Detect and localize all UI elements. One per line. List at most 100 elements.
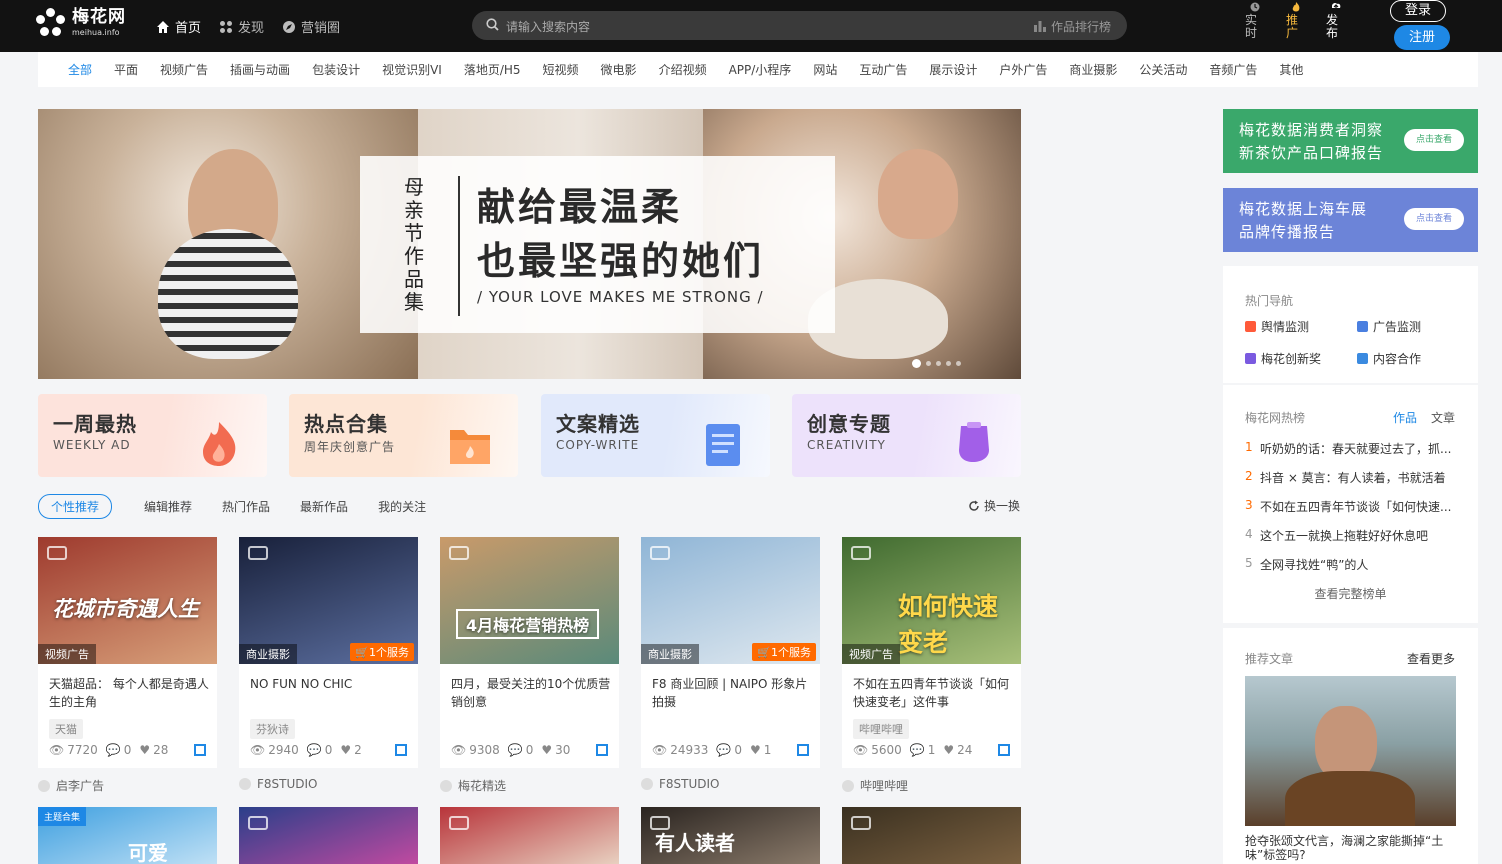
search-input[interactable]: 请输入搜索内容 — [506, 18, 590, 35]
card-title[interactable]: 不如在五四青年节谈谈「如何快速变老」这件事 — [853, 675, 1013, 711]
search-bar[interactable]: 请输入搜索内容 作品排行榜 — [472, 11, 1127, 40]
card-brand-tag[interactable]: 天猫 — [49, 719, 83, 739]
qr-code-icon[interactable] — [797, 744, 809, 756]
card-author[interactable]: 哔哩哔哩 — [842, 777, 908, 794]
carousel-dot-2[interactable] — [926, 361, 931, 366]
ranking-link[interactable]: 作品排行榜 — [1033, 18, 1111, 35]
tile-weekly-hot[interactable]: 一周最热 WEEKLY AD — [38, 394, 267, 477]
hero-banner[interactable]: 母亲节作品集 献给最温柔 也最坚强的她们 / YOUR LOVE MAKES M… — [38, 109, 1021, 379]
category-item[interactable]: 插画与动画 — [230, 61, 290, 78]
article-thumbnail[interactable] — [1245, 676, 1456, 826]
card-title[interactable]: 四月，最受关注的10个优质营销创意 — [451, 675, 611, 711]
nav-discover[interactable]: 发现 — [219, 17, 264, 36]
login-button[interactable]: 登录 — [1390, 0, 1446, 22]
hot-nav-item[interactable]: 舆情监测 — [1245, 318, 1309, 335]
rank-item[interactable]: 3 不如在五四青年节谈谈「如何快速... — [1245, 498, 1457, 515]
category-item[interactable]: 短视频 — [543, 61, 579, 78]
work-card-thumbnail[interactable] — [842, 807, 1021, 864]
card-title[interactable]: 天猫超品： 每个人都是奇遇人生的主角 — [49, 675, 209, 711]
category-item[interactable]: 商业摄影 — [1069, 61, 1117, 78]
work-card[interactable]: 如何快速变老 视频广告 不如在五四青年节谈谈「如何快速变老」这件事 哔哩哔哩 👁 5600… — [842, 537, 1021, 768]
card-thumbnail[interactable]: 花城市奇遇人生 视频广告 — [38, 537, 217, 664]
card-thumbnail[interactable]: 如何快速变老 视频广告 — [842, 537, 1021, 664]
card-category-tag[interactable]: 视频广告 — [842, 644, 900, 664]
work-card-thumbnail[interactable]: 有人读者 — [641, 807, 820, 864]
card-service-badge[interactable]: 🛒1个服务 — [350, 643, 414, 661]
category-item[interactable]: 户外广告 — [999, 61, 1047, 78]
work-card-thumbnail[interactable]: 主题合集 可爱 — [38, 807, 217, 864]
category-item[interactable]: APP/小程序 — [729, 61, 792, 78]
rank-item[interactable]: 5 全网寻找姓“鸭”的人 — [1245, 556, 1457, 573]
qr-code-icon[interactable] — [596, 744, 608, 756]
rank-tab-works[interactable]: 作品 — [1393, 409, 1417, 426]
card-category-tag[interactable]: 商业摄影 — [239, 644, 297, 664]
tab-hot-works[interactable]: 热门作品 — [222, 498, 270, 515]
card-brand-tag[interactable]: 哔哩哔哩 — [853, 719, 909, 739]
qr-code-icon[interactable] — [395, 744, 407, 756]
tile-copywriting[interactable]: 文案精选 COPY-WRITE — [541, 394, 770, 477]
hot-nav-item[interactable]: 内容合作 — [1357, 350, 1421, 367]
category-item[interactable]: 互动广告 — [859, 61, 907, 78]
publish-link[interactable]: 发布 — [1326, 2, 1346, 40]
card-thumbnail[interactable]: 商业摄影 🛒1个服务 — [641, 537, 820, 664]
work-card[interactable]: 商业摄影 🛒1个服务 F8 商业回顾 | NAIPO 形象片拍摄 👁 24933 💬 0 ♥ 1 — [641, 537, 820, 768]
category-item[interactable]: 微电影 — [601, 61, 637, 78]
register-button[interactable]: 注册 — [1394, 25, 1450, 50]
category-item[interactable]: 网站 — [813, 61, 837, 78]
nav-home[interactable]: 首页 — [156, 17, 201, 36]
work-card-thumbnail[interactable] — [239, 807, 418, 864]
category-item[interactable]: 包装设计 — [312, 61, 360, 78]
ad-report-autoshow[interactable]: 梅花数据上海车展 品牌传播报告 点击查看 — [1223, 188, 1478, 252]
work-card[interactable]: 商业摄影 🛒1个服务 NO FUN NO CHIC 芬狄诗 👁 2940 💬 0 ♥ 2 — [239, 537, 418, 768]
nav-marketing-circle[interactable]: 营销圈 — [282, 17, 340, 36]
card-author[interactable]: F8STUDIO — [239, 777, 318, 791]
article-title[interactable]: 抢夺张颂文代言，海澜之家能撕掉“土味”标签吗? — [1245, 834, 1456, 862]
work-card[interactable]: 4月梅花营销热榜 四月，最受关注的10个优质营销创意 👁 9308 💬 0 ♥ 30 — [440, 537, 619, 768]
card-author[interactable]: 启李广告 — [38, 777, 104, 794]
realtime-link[interactable]: 实时 — [1245, 2, 1265, 40]
shuffle-button[interactable]: 换一换 — [968, 497, 1020, 514]
articles-more-link[interactable]: 查看更多 — [1407, 650, 1455, 667]
carousel-dot-1[interactable] — [912, 359, 921, 368]
tab-editor-pick[interactable]: 编辑推荐 — [144, 498, 192, 515]
promotion-link[interactable]: 推广 — [1286, 2, 1306, 40]
category-item[interactable]: 公关活动 — [1139, 61, 1187, 78]
tab-personal-recommend[interactable]: 个性推荐 — [38, 494, 113, 519]
card-title[interactable]: F8 商业回顾 | NAIPO 形象片拍摄 — [652, 675, 812, 711]
carousel-dot-3[interactable] — [936, 361, 941, 366]
ad-report-tea[interactable]: 梅花数据消费者洞察 新茶饮产品口碑报告 点击查看 — [1223, 109, 1478, 173]
category-item[interactable]: 平面 — [114, 61, 138, 78]
ad-view-button[interactable]: 点击查看 — [1404, 208, 1464, 230]
tile-creativity[interactable]: 创意专题 CREATIVITY — [792, 394, 1021, 477]
category-item[interactable]: 全部 — [68, 61, 92, 78]
category-item[interactable]: 落地页/H5 — [464, 61, 521, 78]
carousel-dot-4[interactable] — [946, 361, 951, 366]
category-item[interactable]: 介绍视频 — [659, 61, 707, 78]
work-card-thumbnail[interactable] — [440, 807, 619, 864]
card-thumbnail[interactable]: 商业摄影 🛒1个服务 — [239, 537, 418, 664]
hot-nav-item[interactable]: 梅花创新奖 — [1245, 350, 1321, 367]
category-item[interactable]: 音频广告 — [1209, 61, 1257, 78]
card-author[interactable]: 梅花精选 — [440, 777, 506, 794]
tile-hot-collection[interactable]: 热点合集 周年庆创意广告 — [289, 394, 518, 477]
card-thumbnail[interactable]: 4月梅花营销热榜 — [440, 537, 619, 664]
rank-more-link[interactable]: 查看完整榜单 — [1223, 585, 1478, 602]
site-logo[interactable]: 梅花网 meihua.info — [36, 8, 126, 38]
rank-item[interactable]: 4 这个五一就换上拖鞋好好休息吧 — [1245, 527, 1457, 544]
tab-my-follow[interactable]: 我的关注 — [378, 498, 426, 515]
carousel-dot-5[interactable] — [956, 361, 961, 366]
category-item[interactable]: 视觉识别VI — [382, 61, 442, 78]
hot-nav-item[interactable]: 广告监测 — [1357, 318, 1421, 335]
rank-tab-articles[interactable]: 文章 — [1431, 409, 1455, 426]
category-item[interactable]: 视频广告 — [160, 61, 208, 78]
category-item[interactable]: 展示设计 — [929, 61, 977, 78]
qr-code-icon[interactable] — [998, 744, 1010, 756]
ad-view-button[interactable]: 点击查看 — [1404, 129, 1464, 151]
rank-item[interactable]: 2 抖音 × 莫言：有人读着，书就活着 — [1245, 469, 1457, 486]
category-item[interactable]: 其他 — [1279, 61, 1303, 78]
qr-code-icon[interactable] — [194, 744, 206, 756]
work-card[interactable]: 花城市奇遇人生 视频广告 天猫超品： 每个人都是奇遇人生的主角 天猫 👁 7720 💬 0 ♥ 2… — [38, 537, 217, 768]
rank-item[interactable]: 1 听奶奶的话：春天就要过去了，抓... — [1245, 440, 1457, 457]
card-author[interactable]: F8STUDIO — [641, 777, 720, 791]
card-brand-tag[interactable]: 芬狄诗 — [250, 719, 295, 739]
